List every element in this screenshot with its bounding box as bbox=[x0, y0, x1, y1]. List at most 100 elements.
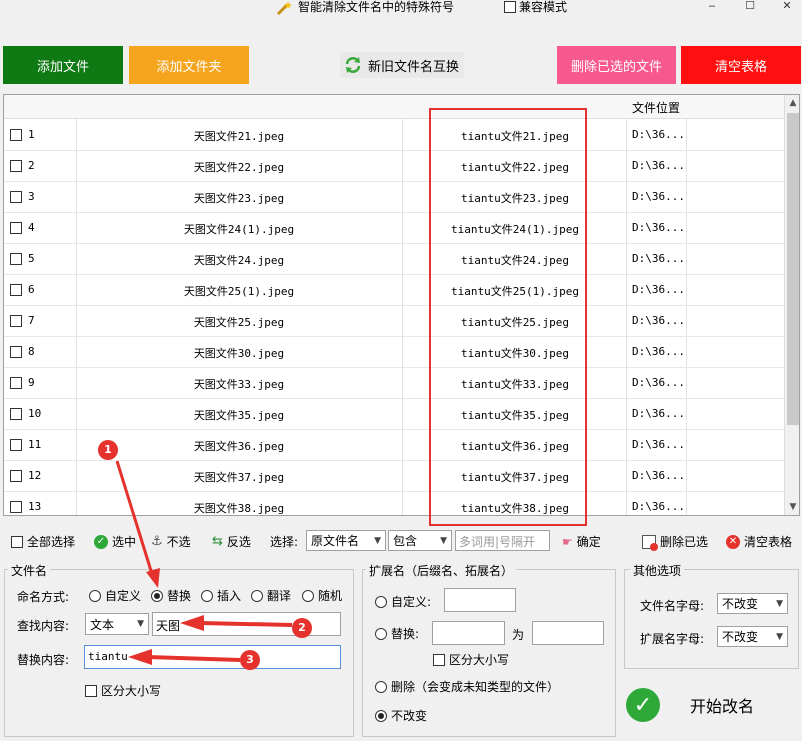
mode-random-radio[interactable]: 随机 bbox=[302, 587, 342, 604]
mode-replace-radio[interactable]: 替换 bbox=[151, 587, 191, 604]
row-number: 10 bbox=[28, 407, 42, 420]
ext-replace-label: 替换: bbox=[391, 627, 420, 641]
row-checkbox[interactable] bbox=[10, 377, 22, 389]
original-filename: 天图文件21.jpeg bbox=[193, 130, 285, 143]
radio-button-selected[interactable] bbox=[151, 589, 163, 602]
radio-button[interactable] bbox=[375, 680, 387, 693]
row-checkbox[interactable] bbox=[10, 501, 22, 513]
annotation-badge: 1 bbox=[98, 440, 118, 460]
match-select[interactable]: 包含 ▼ bbox=[388, 530, 452, 551]
original-filename: 天图文件30.jpeg bbox=[193, 347, 285, 360]
table-row[interactable]: 10 天图文件35.jpeg tiantu文件35.jpeg D:\36... bbox=[4, 399, 784, 430]
file-location: D:\36... bbox=[632, 190, 685, 203]
row-checkbox[interactable] bbox=[10, 470, 22, 482]
table-row[interactable]: 11 天图文件36.jpeg tiantu文件36.jpeg D:\36... bbox=[4, 430, 784, 461]
table-scrollbar[interactable]: ▲ ▼ bbox=[784, 95, 799, 515]
clear-table-small-button[interactable]: ✕ 清空表格 bbox=[726, 533, 792, 550]
checkbox-box[interactable] bbox=[433, 653, 445, 666]
file-table[interactable]: 文件位置 1 天图文件21.jpeg tiantu文件21.jpeg D:\36...… bbox=[3, 94, 800, 516]
scroll-up-arrow-icon[interactable]: ▲ bbox=[785, 95, 799, 111]
mode-custom-radio[interactable]: 自定义 bbox=[89, 587, 141, 604]
row-checkbox[interactable] bbox=[10, 191, 22, 203]
mode-translate-radio[interactable]: 翻译 bbox=[251, 587, 291, 604]
radio-button[interactable] bbox=[302, 589, 314, 602]
table-row[interactable]: 2 天图文件22.jpeg tiantu文件22.jpeg D:\36... bbox=[4, 151, 784, 182]
table-row[interactable]: 9 天图文件33.jpeg tiantu文件33.jpeg D:\36... bbox=[4, 368, 784, 399]
radio-button[interactable] bbox=[251, 589, 263, 602]
add-file-button[interactable]: 添加文件 bbox=[3, 46, 123, 84]
delete-selected-small-button[interactable]: 删除已选 bbox=[642, 533, 708, 551]
close-window-button[interactable]: ✕ bbox=[772, 0, 802, 14]
table-row[interactable]: 12 天图文件37.jpeg tiantu文件37.jpeg D:\36... bbox=[4, 461, 784, 492]
radio-button[interactable] bbox=[89, 589, 101, 602]
find-type-select[interactable]: 文本 ▼ bbox=[85, 613, 149, 635]
ext-case-checkbox[interactable]: 区分大小写 bbox=[433, 651, 509, 668]
unselect-button[interactable]: ⚓ 不选 bbox=[151, 533, 191, 550]
row-checkbox[interactable] bbox=[10, 346, 22, 358]
delete-selected-files-button[interactable]: 删除已选的文件 bbox=[557, 46, 676, 84]
radio-button-selected[interactable] bbox=[375, 709, 387, 722]
confirm-button[interactable]: ☛ 确定 bbox=[562, 533, 601, 550]
field-select[interactable]: 原文件名 ▼ bbox=[306, 530, 386, 551]
ext-custom-label: 自定义: bbox=[391, 595, 432, 609]
clear-table-small-label: 清空表格 bbox=[744, 535, 793, 549]
ext-replace-input[interactable] bbox=[532, 621, 604, 645]
radio-button[interactable] bbox=[375, 595, 387, 608]
column-header-location: 文件位置 bbox=[632, 101, 681, 115]
select-all-checkbox[interactable]: 全部选择 bbox=[11, 533, 75, 550]
swap-names-label: 新旧文件名互换 bbox=[368, 59, 460, 75]
ext-letter-case-select[interactable]: 不改变 ▼ bbox=[717, 626, 788, 647]
row-number: 5 bbox=[28, 252, 35, 265]
row-checkbox[interactable] bbox=[10, 129, 22, 141]
table-row[interactable]: 6 天图文件25(1).jpeg tiantu文件25(1).jpeg D:\36..… bbox=[4, 275, 784, 306]
compat-checkbox-box[interactable] bbox=[504, 1, 516, 13]
file-location: D:\36... bbox=[632, 252, 685, 265]
add-folder-button[interactable]: 添加文件夹 bbox=[129, 46, 249, 84]
row-checkbox[interactable] bbox=[10, 315, 22, 327]
scroll-thumb[interactable] bbox=[787, 113, 799, 425]
clear-table-button[interactable]: 清空表格 bbox=[681, 46, 801, 84]
table-row[interactable]: 13 天图文件38.jpeg tiantu文件38.jpeg D:\36... bbox=[4, 492, 784, 515]
table-row[interactable]: 1 天图文件21.jpeg tiantu文件21.jpeg D:\36... bbox=[4, 120, 784, 151]
select-all-box[interactable] bbox=[11, 535, 23, 548]
ext-delete-label: 删除（会变成未知类型的文件） bbox=[391, 680, 560, 694]
ext-replace-radio[interactable]: 替换: bbox=[375, 625, 419, 642]
checkbox-box[interactable] bbox=[85, 684, 97, 697]
keyword-input[interactable]: 多词用|号隔开 bbox=[455, 530, 550, 551]
original-filename: 天图文件36.jpeg bbox=[193, 440, 285, 453]
filename-letter-case-select[interactable]: 不改变 ▼ bbox=[717, 593, 788, 614]
find-type-value: 文本 bbox=[90, 617, 115, 632]
row-checkbox[interactable] bbox=[10, 439, 22, 451]
start-rename-button[interactable]: ✓ 开始改名 bbox=[626, 688, 754, 722]
mode-insert-radio[interactable]: 插入 bbox=[201, 587, 241, 604]
ext-custom-input[interactable] bbox=[444, 588, 516, 612]
find-input[interactable]: 天图 bbox=[152, 612, 341, 636]
replace-input[interactable]: tiantu bbox=[84, 645, 341, 669]
ext-delete-radio[interactable]: 删除（会变成未知类型的文件） bbox=[375, 678, 559, 695]
swap-names-button[interactable]: 新旧文件名互换 bbox=[340, 52, 464, 78]
row-checkbox[interactable] bbox=[10, 222, 22, 234]
row-checkbox[interactable] bbox=[10, 160, 22, 172]
table-row[interactable]: 3 天图文件23.jpeg tiantu文件23.jpeg D:\36... bbox=[4, 182, 784, 213]
radio-button[interactable] bbox=[201, 589, 213, 602]
filename-case-checkbox[interactable]: 区分大小写 bbox=[85, 682, 161, 699]
file-location: D:\36... bbox=[632, 314, 685, 327]
ext-find-input[interactable] bbox=[432, 621, 505, 645]
row-checkbox[interactable] bbox=[10, 284, 22, 296]
table-row[interactable]: 7 天图文件25.jpeg tiantu文件25.jpeg D:\36... bbox=[4, 306, 784, 337]
maximize-button[interactable]: ☐ bbox=[735, 0, 765, 14]
minimize-button[interactable]: ‒ bbox=[697, 0, 727, 14]
compat-mode-checkbox[interactable]: 兼容模式 bbox=[504, 0, 567, 14]
scroll-down-arrow-icon[interactable]: ▼ bbox=[785, 499, 799, 515]
file-location: D:\36... bbox=[632, 221, 685, 234]
ext-nochange-radio[interactable]: 不改变 bbox=[375, 707, 427, 724]
table-row[interactable]: 8 天图文件30.jpeg tiantu文件30.jpeg D:\36... bbox=[4, 337, 784, 368]
select-button[interactable]: ✓ 选中 bbox=[94, 533, 136, 550]
invert-button[interactable]: ⇆ 反选 bbox=[212, 533, 251, 550]
table-row[interactable]: 5 天图文件24.jpeg tiantu文件24.jpeg D:\36... bbox=[4, 244, 784, 275]
ext-custom-radio[interactable]: 自定义: bbox=[375, 593, 431, 610]
table-row[interactable]: 4 天图文件24(1).jpeg tiantu文件24(1).jpeg D:\36..… bbox=[4, 213, 784, 244]
radio-button[interactable] bbox=[375, 627, 387, 640]
row-checkbox[interactable] bbox=[10, 253, 22, 265]
row-checkbox[interactable] bbox=[10, 408, 22, 420]
